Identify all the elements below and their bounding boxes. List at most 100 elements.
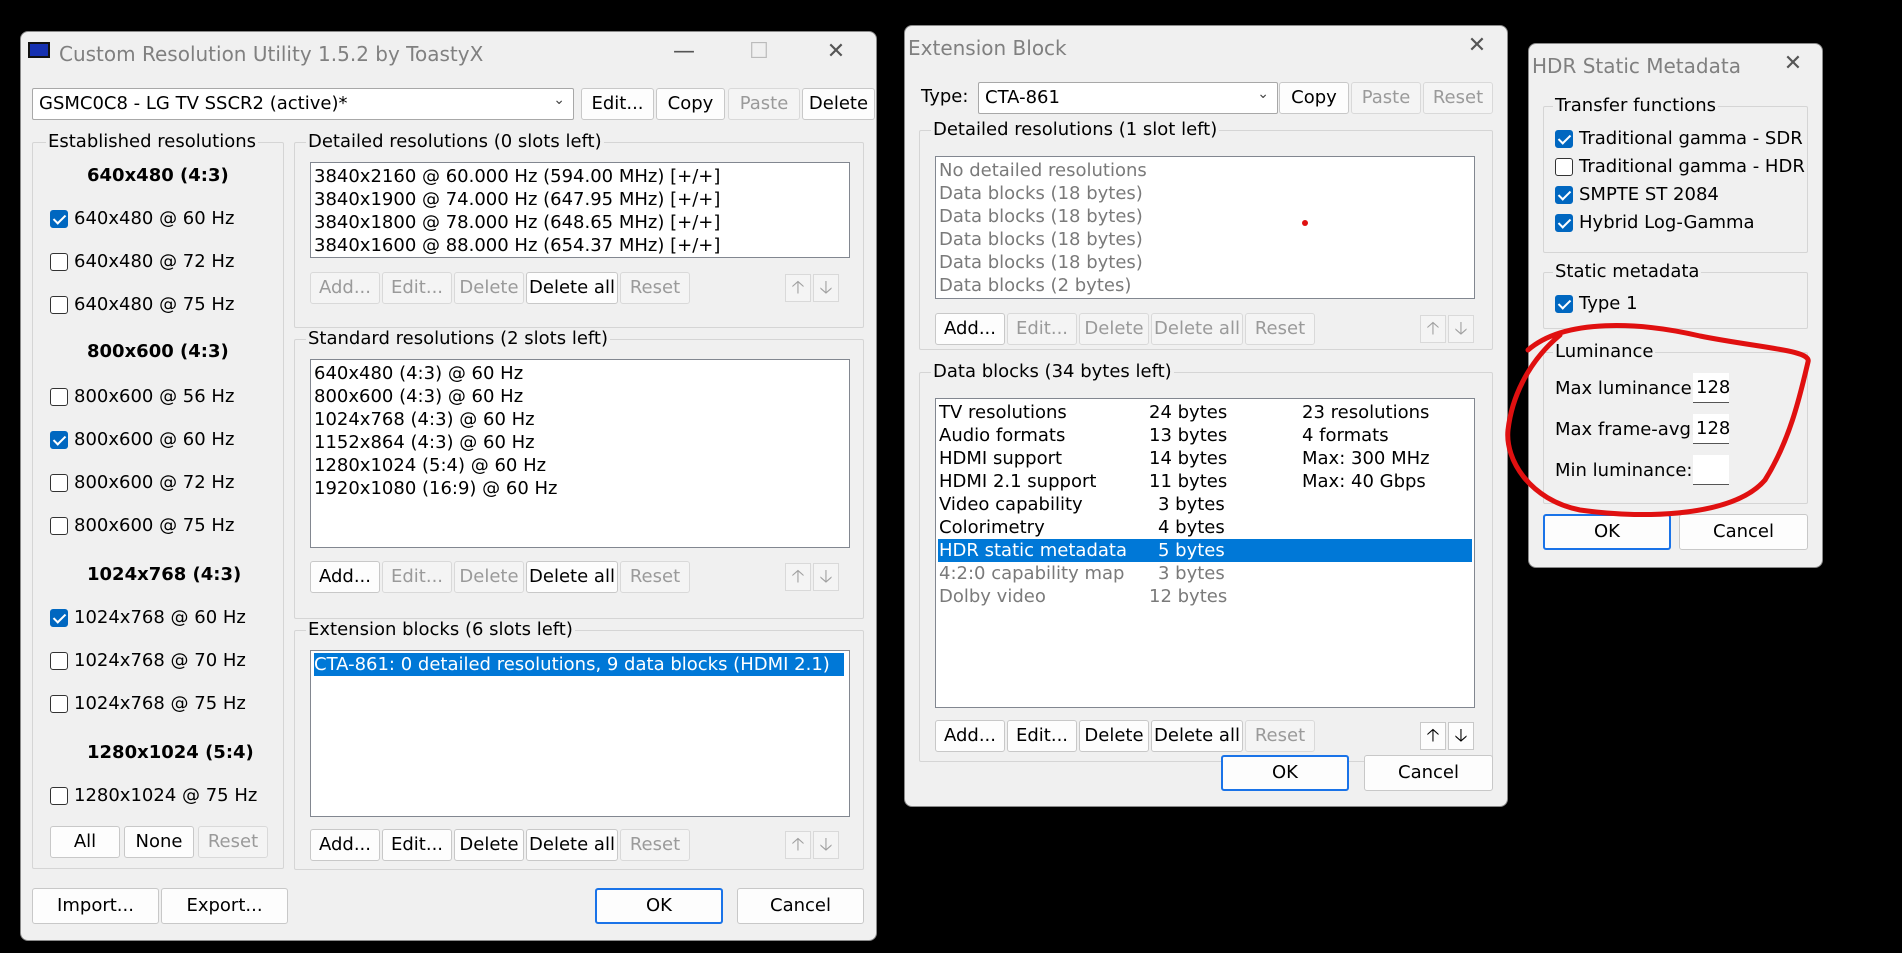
none-button[interactable]: None <box>124 826 194 858</box>
ext-detailed-delete-all-button[interactable]: Delete all <box>1151 313 1243 345</box>
ext-ok-button[interactable]: OK <box>1221 755 1349 791</box>
standard-list[interactable]: 640x480 (4:3) @ 60 Hz 800x600 (4:3) @ 60… <box>310 359 850 548</box>
table-row[interactable]: HDMI 2.1 support 11 bytes Max: 40 Gbps <box>936 470 1474 493</box>
detailed-edit-button[interactable]: Edit... <box>382 272 452 304</box>
ext-paste-button[interactable]: Paste <box>1351 82 1421 114</box>
table-row[interactable]: 4:2:0 capability map 3 bytes <box>936 562 1474 585</box>
checkbox-640x480-60[interactable]: 640x480 @ 60 Hz <box>50 208 234 229</box>
max-luminance-input[interactable]: 128 <box>1693 373 1730 403</box>
ext-reset-button[interactable]: Reset <box>1423 82 1493 114</box>
detailed-reset-button[interactable]: Reset <box>620 272 690 304</box>
maximize-button[interactable]: ☐ <box>741 38 777 66</box>
list-item[interactable]: Data blocks (18 bytes) <box>939 251 1143 274</box>
extension-reset-button[interactable]: Reset <box>620 829 690 861</box>
checkbox-1280x1024-75[interactable]: 1280x1024 @ 75 Hz <box>50 785 257 806</box>
type-select[interactable]: CTA-861 ⌄ <box>978 82 1278 114</box>
checkbox-type-1[interactable]: Type 1 <box>1555 293 1638 314</box>
checkbox-640x480-72[interactable]: 640x480 @ 72 Hz <box>50 251 234 272</box>
data-block-edit-button[interactable]: Edit... <box>1007 720 1077 752</box>
list-item[interactable]: 3840x2160 @ 60.000 Hz (594.00 MHz) [+/+] <box>314 165 720 188</box>
list-item[interactable]: Data blocks (18 bytes) <box>939 228 1143 251</box>
ext-detailed-delete-button[interactable]: Delete <box>1079 313 1149 345</box>
list-item[interactable]: 1280x1024 (5:4) @ 60 Hz <box>314 454 546 477</box>
checkbox-gamma-sdr[interactable]: Traditional gamma - SDR <box>1555 128 1803 149</box>
checkbox-800x600-72[interactable]: 800x600 @ 72 Hz <box>50 472 234 493</box>
close-button[interactable]: ✕ <box>818 38 854 66</box>
list-item[interactable]: 3840x1800 @ 78.000 Hz (648.65 MHz) [+/+] <box>314 211 720 234</box>
close-button[interactable]: ✕ <box>1775 50 1811 78</box>
table-row[interactable]: HDMI support 14 bytes Max: 300 MHz <box>936 447 1474 470</box>
list-item[interactable]: 1152x864 (4:3) @ 60 Hz <box>314 431 535 454</box>
list-item[interactable]: 3840x1600 @ 88.000 Hz (654.37 MHz) [+/+] <box>314 234 720 257</box>
checkbox-800x600-60[interactable]: 800x600 @ 60 Hz <box>50 429 234 450</box>
move-up-icon[interactable]: 🡡 <box>785 563 811 591</box>
data-blocks-list[interactable]: TV resolutions 24 bytes 23 resolutions A… <box>935 398 1475 708</box>
move-down-icon[interactable]: 🡣 <box>1448 722 1474 750</box>
ext-detailed-list[interactable]: No detailed resolutions Data blocks (18 … <box>935 156 1475 299</box>
detailed-add-button[interactable]: Add... <box>310 272 380 304</box>
move-down-icon[interactable]: 🡣 <box>813 563 839 591</box>
extension-delete-all-button[interactable]: Delete all <box>526 829 618 861</box>
close-button[interactable]: ✕ <box>1459 32 1495 60</box>
checkbox-640x480-75[interactable]: 640x480 @ 75 Hz <box>50 294 234 315</box>
list-item[interactable]: Data blocks (18 bytes) <box>939 182 1143 205</box>
ok-button[interactable]: OK <box>595 888 723 924</box>
reset-established-button[interactable]: Reset <box>198 826 268 858</box>
checkbox-smpte-st2084[interactable]: SMPTE ST 2084 <box>1555 184 1719 205</box>
hdr-cancel-button[interactable]: Cancel <box>1679 514 1808 550</box>
hdr-ok-button[interactable]: OK <box>1543 514 1671 550</box>
list-item[interactable]: 1920x1080 (16:9) @ 60 Hz <box>314 477 558 500</box>
move-up-icon[interactable]: 🡡 <box>1420 722 1446 750</box>
detailed-delete-button[interactable]: Delete <box>454 272 524 304</box>
export-button[interactable]: Export... <box>161 888 288 924</box>
detailed-list[interactable]: 3840x2160 @ 60.000 Hz (594.00 MHz) [+/+]… <box>310 162 850 258</box>
move-up-icon[interactable]: 🡡 <box>785 831 811 859</box>
checkbox-hybrid-log-gamma[interactable]: Hybrid Log-Gamma <box>1555 212 1755 233</box>
cru-titlebar[interactable]: Custom Resolution Utility 1.5.2 by Toast… <box>21 32 876 70</box>
table-row[interactable]: TV resolutions 24 bytes 23 resolutions <box>936 401 1474 424</box>
move-down-icon[interactable]: 🡣 <box>1448 315 1474 343</box>
table-row[interactable]: Video capability 3 bytes <box>936 493 1474 516</box>
copy-button[interactable]: Copy <box>656 88 725 120</box>
data-block-reset-button[interactable]: Reset <box>1245 720 1315 752</box>
list-item[interactable]: 1024x768 (4:3) @ 60 Hz <box>314 408 535 431</box>
checkbox-800x600-75[interactable]: 800x600 @ 75 Hz <box>50 515 234 536</box>
list-item[interactable]: Data blocks (2 bytes) <box>939 274 1131 297</box>
minimize-button[interactable]: — <box>666 38 702 66</box>
import-button[interactable]: Import... <box>32 888 159 924</box>
detailed-delete-all-button[interactable]: Delete all <box>526 272 618 304</box>
checkbox-1024x768-60[interactable]: 1024x768 @ 60 Hz <box>50 607 246 628</box>
data-block-delete-all-button[interactable]: Delete all <box>1151 720 1243 752</box>
checkbox-800x600-56[interactable]: 800x600 @ 56 Hz <box>50 386 234 407</box>
move-down-icon[interactable]: 🡣 <box>813 831 839 859</box>
ext-detailed-add-button[interactable]: Add... <box>935 313 1005 345</box>
checkbox-1024x768-70[interactable]: 1024x768 @ 70 Hz <box>50 650 246 671</box>
list-item[interactable]: CTA-861: 0 detailed resolutions, 9 data … <box>314 653 844 676</box>
table-row[interactable]: Dolby video 12 bytes <box>936 585 1474 608</box>
standard-edit-button[interactable]: Edit... <box>382 561 452 593</box>
edit-monitor-button[interactable]: Edit... <box>581 88 654 120</box>
move-up-icon[interactable]: 🡡 <box>785 274 811 302</box>
max-frame-avg-input[interactable]: 128 <box>1693 414 1730 444</box>
list-item[interactable]: 640x480 (4:3) @ 60 Hz <box>314 362 523 385</box>
list-item[interactable]: 800x600 (4:3) @ 60 Hz <box>314 385 523 408</box>
data-block-add-button[interactable]: Add... <box>935 720 1005 752</box>
standard-delete-all-button[interactable]: Delete all <box>526 561 618 593</box>
cancel-button[interactable]: Cancel <box>737 888 864 924</box>
ext-cancel-button[interactable]: Cancel <box>1364 755 1493 791</box>
checkbox-gamma-hdr[interactable]: Traditional gamma - HDR <box>1555 156 1805 177</box>
table-row[interactable]: Colorimetry 4 bytes <box>936 516 1474 539</box>
extension-list[interactable]: CTA-861: 0 detailed resolutions, 9 data … <box>310 650 850 817</box>
checkbox-1024x768-75[interactable]: 1024x768 @ 75 Hz <box>50 693 246 714</box>
delete-monitor-button[interactable]: Delete <box>802 88 875 120</box>
ext-copy-button[interactable]: Copy <box>1279 82 1349 114</box>
list-item[interactable]: Data blocks (18 bytes) <box>939 205 1143 228</box>
table-row-selected[interactable]: HDR static metadata 5 bytes <box>938 539 1472 562</box>
list-item[interactable]: No detailed resolutions <box>939 159 1147 182</box>
ext-detailed-edit-button[interactable]: Edit... <box>1007 313 1077 345</box>
extension-titlebar[interactable]: Extension Block ✕ <box>905 26 1507 64</box>
hdr-titlebar[interactable]: HDR Static Metadata ✕ <box>1529 44 1822 82</box>
all-button[interactable]: All <box>50 826 120 858</box>
monitor-select[interactable]: GSMC0C8 - LG TV SSCR2 (active)* ⌄ <box>32 88 574 120</box>
data-block-delete-button[interactable]: Delete <box>1079 720 1149 752</box>
